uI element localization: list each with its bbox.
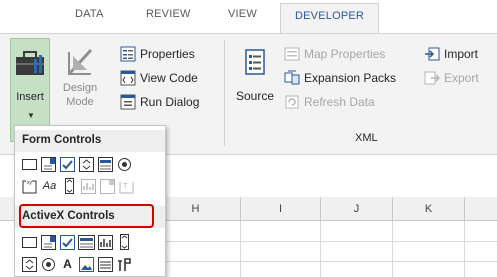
- design-mode-line2: Mode: [66, 96, 94, 108]
- tab-review[interactable]: REVIEW: [146, 8, 191, 20]
- tab-data[interactable]: DATA: [75, 8, 104, 20]
- activex-list-box-icon[interactable]: [78, 234, 95, 251]
- export-label: Export: [444, 71, 479, 85]
- design-mode-line1: Design: [62, 82, 98, 94]
- tab-developer[interactable]: DEVELOPER: [280, 3, 380, 34]
- activex-button-icon[interactable]: [21, 234, 38, 251]
- expansion-packs-label: Expansion Packs: [304, 71, 397, 85]
- activex-image-control-icon[interactable]: [78, 256, 95, 273]
- import-label: Import: [444, 47, 479, 61]
- form-controls-row-1: [21, 154, 133, 174]
- group-box-icon[interactable]: xy: [21, 178, 38, 195]
- refresh-data-icon: [285, 95, 299, 109]
- form-controls-row-2: xy Aa T: [21, 176, 135, 196]
- map-properties-icon: [284, 47, 300, 61]
- activex-check-box-icon[interactable]: [59, 234, 76, 251]
- row-gridline: [150, 261, 497, 262]
- map-properties-button[interactable]: Map Properties: [284, 44, 385, 64]
- tab-view[interactable]: VIEW: [228, 8, 257, 20]
- label-control-icon[interactable]: Aa: [40, 178, 59, 195]
- column-gridline: [320, 221, 321, 277]
- view-code-button[interactable]: View Code: [120, 68, 198, 88]
- combo-list-edit-icon[interactable]: [80, 178, 97, 195]
- more-controls-icon[interactable]: [116, 256, 133, 273]
- spin-button-icon[interactable]: [78, 156, 95, 173]
- button-control-icon[interactable]: [21, 156, 38, 173]
- xml-group-label: XML: [355, 132, 378, 144]
- design-mode-button[interactable]: Design Mode: [60, 44, 100, 109]
- row-gridline: [150, 241, 497, 242]
- insert-controls-menu: Form Controls xy Aa T ActiveX Controls A: [14, 125, 166, 277]
- column-header-next[interactable]: [464, 197, 497, 221]
- refresh-data-label: Refresh Data: [304, 95, 375, 109]
- run-dialog-icon: [120, 94, 136, 110]
- activex-spin-button-icon[interactable]: [21, 256, 38, 273]
- combo-drop-down-edit-icon[interactable]: [99, 178, 116, 195]
- column-header-j[interactable]: J: [320, 197, 392, 221]
- activex-option-button-icon[interactable]: [40, 256, 57, 273]
- ribbon-tabs: DATA REVIEW VIEW DEVELOPER: [0, 0, 497, 34]
- properties-icon: [120, 46, 136, 62]
- activex-combo-box-icon[interactable]: [40, 234, 57, 251]
- scroll-bar-icon[interactable]: [61, 178, 78, 195]
- import-button[interactable]: Import: [424, 44, 478, 64]
- toolbox-icon: [16, 51, 44, 75]
- group-separator: [224, 40, 225, 146]
- form-controls-heading: Form Controls: [15, 130, 165, 152]
- run-dialog-button[interactable]: Run Dialog: [120, 92, 199, 112]
- activex-toggle-button-icon[interactable]: [97, 256, 114, 273]
- view-code-icon: [120, 70, 136, 86]
- column-gridline: [392, 221, 393, 277]
- export-button[interactable]: Export: [424, 68, 479, 88]
- svg-text:T: T: [123, 183, 128, 190]
- list-box-icon[interactable]: [97, 156, 114, 173]
- column-gridline: [240, 221, 241, 277]
- source-label: Source: [235, 89, 275, 103]
- dialog-frame-icon[interactable]: T: [118, 178, 135, 195]
- activex-image-icon[interactable]: [97, 234, 114, 251]
- export-icon: [424, 71, 440, 85]
- activex-highlight-box: [19, 204, 154, 228]
- svg-text:xy: xy: [27, 180, 33, 186]
- view-code-label: View Code: [140, 71, 198, 85]
- column-header-i[interactable]: I: [240, 197, 320, 221]
- expansion-packs-button[interactable]: Expansion Packs: [284, 68, 396, 88]
- column-header-k[interactable]: K: [392, 197, 464, 221]
- check-box-icon[interactable]: [59, 156, 76, 173]
- refresh-data-button[interactable]: Refresh Data: [284, 92, 375, 112]
- column-gridline: [464, 221, 465, 277]
- properties-button[interactable]: Properties: [120, 44, 195, 64]
- expansion-packs-icon: [284, 70, 300, 85]
- design-mode-icon: [67, 48, 93, 76]
- source-icon: [245, 49, 265, 75]
- chevron-down-icon: ▼: [27, 111, 35, 120]
- activex-label-icon[interactable]: A: [59, 256, 76, 273]
- properties-label: Properties: [140, 47, 195, 61]
- import-icon: [425, 47, 440, 61]
- option-button-icon[interactable]: [116, 156, 133, 173]
- run-dialog-label: Run Dialog: [140, 95, 200, 109]
- activex-controls-row-1: [21, 232, 133, 252]
- activex-controls-row-2: A: [21, 254, 133, 274]
- combo-box-icon[interactable]: [40, 156, 57, 173]
- activex-scroll-bar-icon[interactable]: [116, 234, 133, 251]
- insert-label: Insert: [16, 91, 44, 103]
- map-properties-label: Map Properties: [304, 47, 386, 61]
- source-button[interactable]: Source: [230, 46, 280, 103]
